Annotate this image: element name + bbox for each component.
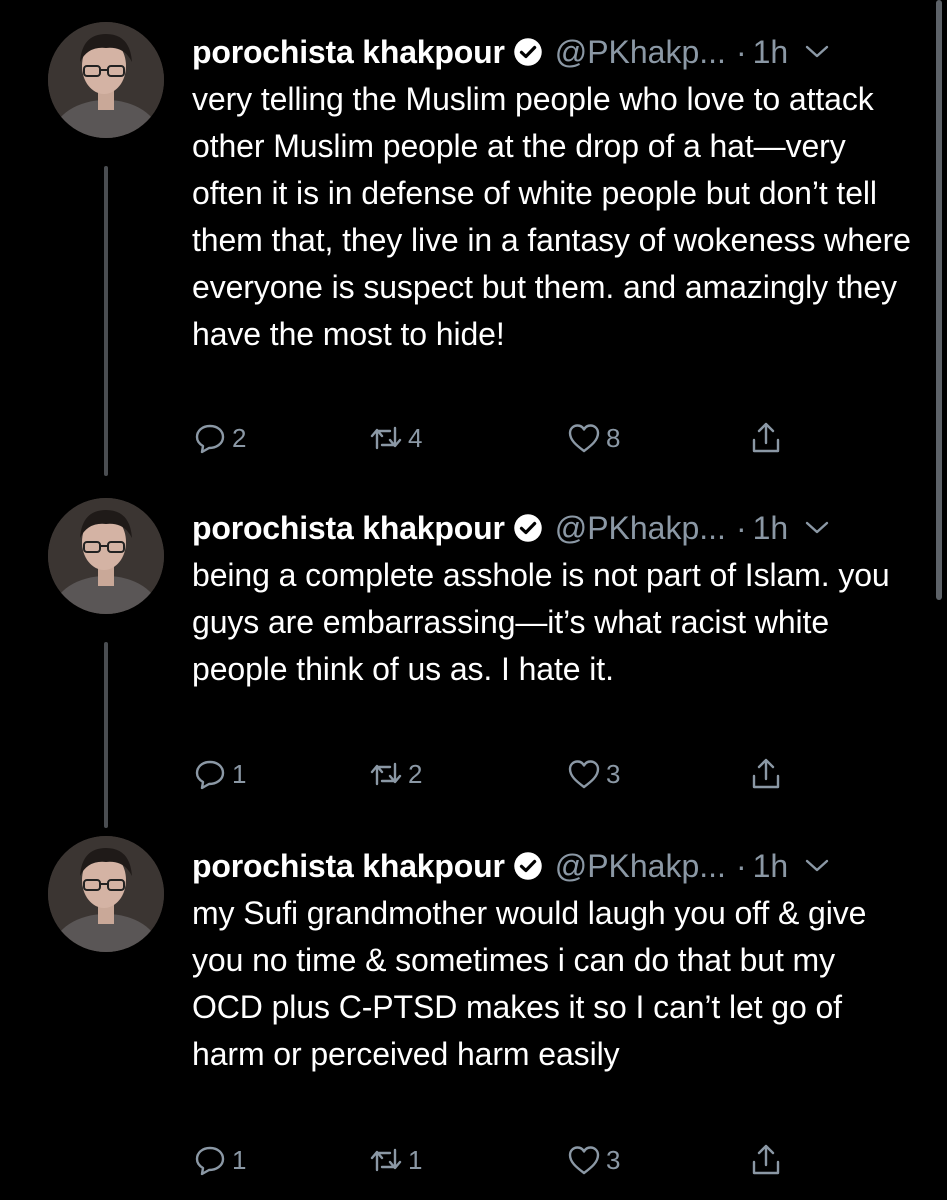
tweet-actions: 1 2 3 <box>192 754 792 794</box>
tweet-text: my Sufi grandmother would laugh you off … <box>192 895 867 1072</box>
verified-badge-icon <box>513 852 542 880</box>
user-handle[interactable]: @PKhakp... <box>555 34 726 71</box>
reply-count: 2 <box>232 422 247 453</box>
tweet-header: porochista khakpour @PKhakp... · 1h <box>192 844 830 888</box>
verified-badge-icon <box>513 514 542 542</box>
user-handle[interactable]: @PKhakp... <box>555 510 726 547</box>
tweet-header: porochista khakpour @PKhakp... · 1h <box>192 30 830 74</box>
tweet-actions: 2 4 8 <box>192 418 792 458</box>
like-button[interactable]: 8 <box>566 418 620 458</box>
chevron-down-icon[interactable] <box>804 42 830 62</box>
retweet-count: 4 <box>408 422 423 453</box>
display-name[interactable]: porochista khakpour <box>192 510 505 547</box>
heart-icon <box>568 424 600 453</box>
reply-count: 1 <box>232 758 247 789</box>
user-handle[interactable]: @PKhakp... <box>555 848 726 885</box>
display-name[interactable]: porochista khakpour <box>192 848 505 885</box>
retweet-count: 1 <box>408 1144 423 1175</box>
tweet-actions: 1 1 3 <box>192 1140 792 1180</box>
verified-badge-icon <box>513 38 542 66</box>
timestamp[interactable]: 1h <box>753 34 789 71</box>
tweet-header: porochista khakpour @PKhakp... · 1h <box>192 506 830 550</box>
like-button[interactable]: 3 <box>566 1140 620 1180</box>
display-name[interactable]: porochista khakpour <box>192 34 505 71</box>
reply-icon <box>195 1146 225 1176</box>
heart-icon <box>568 1146 600 1175</box>
separator-dot: · <box>735 33 747 70</box>
avatar-photo-icon <box>48 22 164 138</box>
avatar-photo-icon <box>48 498 164 614</box>
avatar-photo-icon <box>48 836 164 952</box>
like-count: 3 <box>606 758 621 789</box>
tweet[interactable]: porochista khakpour @PKhakp... · 1h my S… <box>0 836 947 1200</box>
tweet[interactable]: porochista khakpour @PKhakp... · 1h very… <box>0 22 947 482</box>
reply-icon <box>195 424 225 454</box>
avatar[interactable] <box>48 498 164 614</box>
retweet-button[interactable]: 2 <box>368 754 422 794</box>
tweet[interactable]: porochista khakpour @PKhakp... · 1h bein… <box>0 498 947 828</box>
tweet-text: being a complete asshole is not part of … <box>192 557 890 687</box>
avatar[interactable] <box>48 836 164 952</box>
thread-connector-line <box>104 166 108 476</box>
retweet-icon <box>370 762 402 786</box>
retweet-icon <box>370 1148 402 1172</box>
reply-count: 1 <box>232 1144 247 1175</box>
share-button[interactable] <box>748 754 784 794</box>
chevron-down-icon[interactable] <box>804 856 830 876</box>
tweet-text: very telling the Muslim people who love … <box>192 81 911 352</box>
avatar[interactable] <box>48 22 164 138</box>
reply-button[interactable]: 1 <box>192 1140 246 1180</box>
like-count: 3 <box>606 1144 621 1175</box>
reply-button[interactable]: 2 <box>192 418 246 458</box>
like-button[interactable]: 3 <box>566 754 620 794</box>
timestamp[interactable]: 1h <box>753 510 789 547</box>
share-icon <box>752 422 780 453</box>
like-count: 8 <box>606 422 621 453</box>
timestamp[interactable]: 1h <box>753 848 789 885</box>
heart-icon <box>568 760 600 789</box>
share-icon <box>752 1144 780 1175</box>
thread-connector-line <box>104 642 108 828</box>
reply-button[interactable]: 1 <box>192 754 246 794</box>
reply-icon <box>195 760 225 790</box>
retweet-count: 2 <box>408 758 423 789</box>
retweet-button[interactable]: 4 <box>368 418 422 458</box>
scrollbar[interactable] <box>936 0 942 600</box>
retweet-icon <box>370 426 402 450</box>
separator-dot: · <box>735 847 747 884</box>
chevron-down-icon[interactable] <box>804 518 830 538</box>
retweet-button[interactable]: 1 <box>368 1140 422 1180</box>
share-button[interactable] <box>748 418 784 458</box>
share-icon <box>752 758 780 789</box>
separator-dot: · <box>735 509 747 546</box>
share-button[interactable] <box>748 1140 784 1180</box>
